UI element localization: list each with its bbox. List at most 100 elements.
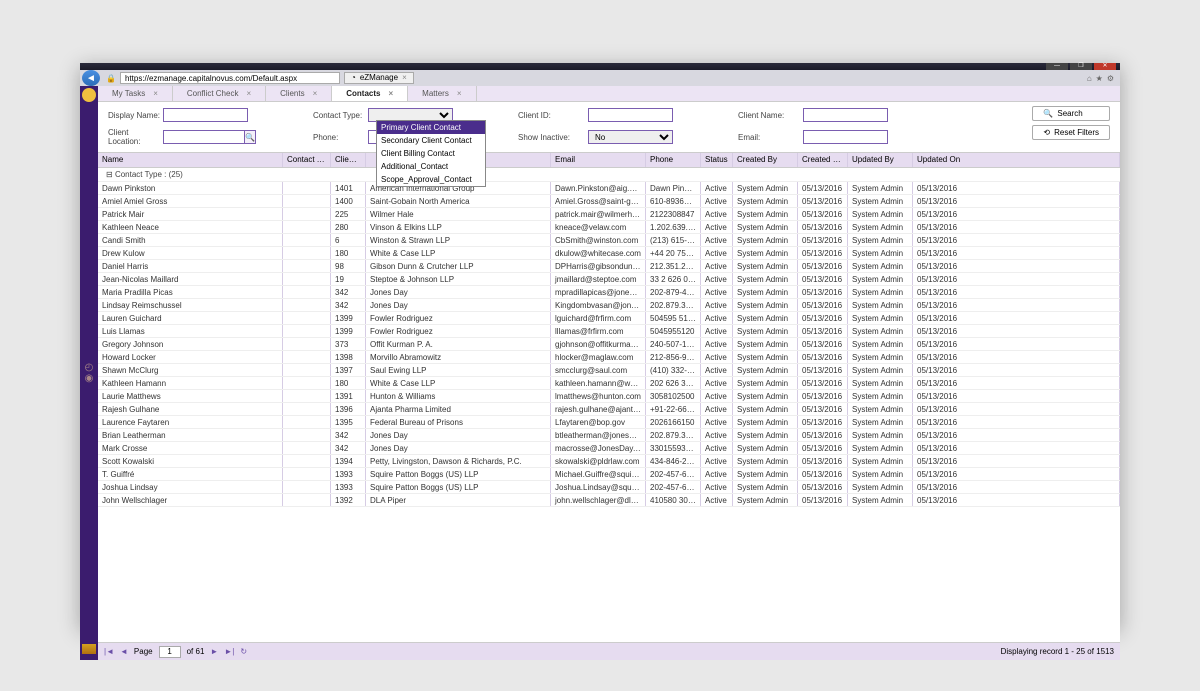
table-row[interactable]: Gregory Johnson373Offit Kurman P. A.gjoh… [98,338,1120,351]
grid-body[interactable]: Dawn Pinkston1401American International … [98,182,1120,642]
cell-email: john.wellschlager@dlapiper.... [551,494,646,506]
cell-updated-on: 05/13/2016 [913,234,1120,246]
dropdown-option[interactable]: Client Billing Contact [377,147,485,160]
col-updated-by[interactable]: Updated By [848,153,913,167]
col-phone[interactable]: Phone [646,153,701,167]
table-row[interactable]: Rajesh Gulhane1396Ajanta Pharma Limitedr… [98,403,1120,416]
cell-updated-on: 05/13/2016 [913,494,1120,506]
table-row[interactable]: Daniel Harris98Gibson Dunn & Crutcher LL… [98,260,1120,273]
settings-icon[interactable]: ⚙ [1107,74,1114,83]
cell-client-id: 342 [331,429,366,441]
table-row[interactable]: Maria Pradilla Picas342Jones Daympradill… [98,286,1120,299]
table-row[interactable]: Luis Llamas1399Fowler Rodriguezlllamas@f… [98,325,1120,338]
cell-status: Active [701,312,733,324]
table-row[interactable]: Amiel Amiel Gross1400Saint-Gobain North … [98,195,1120,208]
page-input[interactable] [159,646,181,658]
rail-circle-icon[interactable]: ◉ [85,373,94,384]
cell-updated-by: System Admin [848,468,913,480]
table-row[interactable]: Jean-Nicolas Maillard19Steptoe & Johnson… [98,273,1120,286]
table-row[interactable]: Kathleen Neace280Vinson & Elkins LLPknea… [98,221,1120,234]
rail-bottom-icon[interactable] [82,644,96,654]
tab-matters[interactable]: Matters× [408,86,476,101]
client-name-input[interactable] [803,108,888,122]
dropdown-option[interactable]: Scope_Approval_Contact [377,173,485,186]
table-row[interactable]: Laurence Faytaren1395Federal Bureau of P… [98,416,1120,429]
close-icon[interactable]: × [388,89,393,98]
col-client-id[interactable]: Client ID [331,153,366,167]
col-created-on[interactable]: Created On [798,153,848,167]
dropdown-option[interactable]: Additional_Contact [377,160,485,173]
table-row[interactable]: T. Guiffré1393Squire Patton Boggs (US) L… [98,468,1120,481]
table-row[interactable]: Joshua Lindsay1393Squire Patton Boggs (U… [98,481,1120,494]
url-field[interactable]: https://ezmanage.capitalnovus.com/Defaul… [120,72,340,84]
cell-firm: Squire Patton Boggs (US) LLP [366,481,551,493]
col-status[interactable]: Status [701,153,733,167]
cell-status: Active [701,195,733,207]
cell-updated-on: 05/13/2016 [913,273,1120,285]
home-icon[interactable]: ⌂ [1087,74,1092,83]
email-input[interactable] [803,130,888,144]
cell-client-id: 1391 [331,390,366,402]
display-name-input[interactable] [163,108,248,122]
table-row[interactable]: Howard Locker1398Morvillo Abramowitzhloc… [98,351,1120,364]
table-row[interactable]: Scott Kowalski1394Petty, Livingston, Daw… [98,455,1120,468]
cell-updated-by: System Admin [848,455,913,467]
table-row[interactable]: Brian Leatherman342Jones Daybtleatherman… [98,429,1120,442]
maximize-button[interactable]: ❐ [1070,63,1092,70]
cell-updated-by: System Admin [848,221,913,233]
reset-filters-button[interactable]: ⟲Reset Filters [1032,125,1110,140]
rail-clock-icon[interactable]: ◴ [85,362,94,373]
contact-type-dropdown: Primary Client Contact Secondary Client … [376,120,486,187]
last-page-icon[interactable]: ►| [224,647,234,656]
table-row[interactable]: Dawn Pinkston1401American International … [98,182,1120,195]
table-row[interactable]: Mark Crosse342Jones Daymacrosse@JonesDay… [98,442,1120,455]
close-tab-icon[interactable]: × [402,73,407,83]
close-icon[interactable]: × [313,89,318,98]
first-page-icon[interactable]: |◄ [104,647,114,656]
tab-conflict-check[interactable]: Conflict Check× [173,86,266,101]
col-email[interactable]: Email [551,153,646,167]
search-button[interactable]: 🔍Search [1032,106,1110,121]
cell-created-on: 05/13/2016 [798,377,848,389]
col-contact-type[interactable]: Contact Type [283,153,331,167]
table-row[interactable]: Laurie Matthews1391Hunton & Williamslmat… [98,390,1120,403]
client-id-input[interactable] [588,108,673,122]
table-row[interactable]: Candi Smith6Winston & Strawn LLPCbSmith@… [98,234,1120,247]
tab-contacts[interactable]: Contacts× [332,86,408,101]
table-row[interactable]: John Wellschlager1392DLA Piperjohn.wells… [98,494,1120,507]
cell-created-by: System Admin [733,299,798,311]
location-search-icon[interactable]: 🔍 [244,130,256,144]
close-icon[interactable]: × [246,89,251,98]
cell-email: gjohnson@offitkurman.com [551,338,646,350]
minimize-button[interactable]: — [1046,63,1068,70]
rail-logo-icon[interactable] [82,88,96,102]
next-page-icon[interactable]: ► [210,647,218,656]
refresh-icon[interactable]: ↻ [240,647,247,656]
close-icon[interactable]: × [457,89,462,98]
tab-my-tasks[interactable]: My Tasks× [98,86,173,101]
back-button[interactable]: ◄ [82,70,100,86]
tab-clients[interactable]: Clients× [266,86,332,101]
table-row[interactable]: Lauren Guichard1399Fowler Rodriguezlguic… [98,312,1120,325]
close-button[interactable]: ✕ [1094,63,1116,70]
dropdown-option[interactable]: Primary Client Contact [377,121,485,134]
table-row[interactable]: Drew Kulow180White & Case LLPdkulow@whit… [98,247,1120,260]
cell-email: jmaillard@steptoe.com [551,273,646,285]
favorite-icon[interactable]: ★ [1096,74,1103,83]
dropdown-option[interactable]: Secondary Client Contact [377,134,485,147]
table-row[interactable]: Patrick Mair225Wilmer Halepatrick.mair@w… [98,208,1120,221]
cell-contact-type [283,468,331,480]
group-row[interactable]: ⊟ Contact Type : (25) [98,168,1120,182]
cell-client-id: 19 [331,273,366,285]
table-row[interactable]: Lindsay Reimschussel342Jones DayKingdomb… [98,299,1120,312]
close-icon[interactable]: × [153,89,158,98]
col-updated-on[interactable]: Updated On [913,153,1120,167]
table-row[interactable]: Kathleen Hamann180White & Case LLPkathle… [98,377,1120,390]
table-row[interactable]: Shawn McClurg1397Saul Ewing LLPsmcclurg@… [98,364,1120,377]
browser-tab[interactable]: ◔ eZManage × [344,72,414,84]
col-name[interactable]: Name [98,153,283,167]
prev-page-icon[interactable]: ◄ [120,647,128,656]
client-location-input[interactable] [163,130,248,144]
col-created-by[interactable]: Created By [733,153,798,167]
show-inactive-select[interactable]: No [588,130,673,144]
